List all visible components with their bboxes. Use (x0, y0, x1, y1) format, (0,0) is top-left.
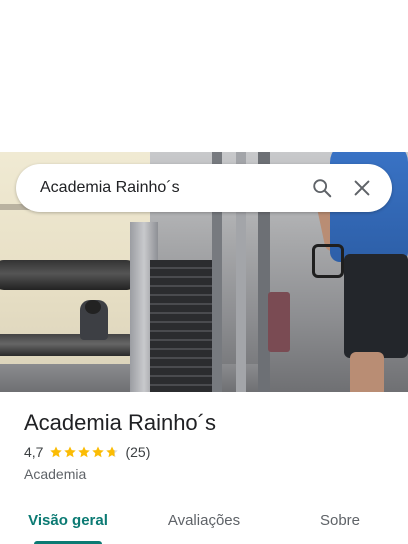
tab-about[interactable]: Sobre (272, 496, 408, 544)
photo-hose-lower (0, 334, 140, 356)
search-input[interactable]: Academia Rainho´s (40, 179, 302, 197)
photo-person-shorts (344, 254, 408, 358)
photo-hose (0, 260, 140, 290)
star-icon (92, 446, 105, 458)
star-half-icon (106, 446, 119, 458)
photo-pad (268, 292, 290, 352)
place-tabs: Visão geral Avaliações Sobre (0, 496, 408, 544)
tab-reviews[interactable]: Avaliações (136, 496, 272, 544)
search-icon[interactable] (302, 168, 342, 208)
review-count[interactable]: (25) (125, 444, 150, 460)
photo-mirror-head (85, 300, 101, 314)
photo-grip (312, 244, 344, 278)
rating-value: 4,7 (24, 444, 44, 460)
star-icon (78, 446, 91, 458)
tab-overview[interactable]: Visão geral (0, 496, 136, 544)
photo-weight-stack (150, 260, 212, 392)
search-bar[interactable]: Academia Rainho´s (16, 164, 392, 212)
star-icon (64, 446, 77, 458)
rating-stars (49, 445, 119, 459)
star-icon (50, 446, 63, 458)
place-category: Academia (24, 466, 87, 482)
close-icon[interactable] (342, 168, 382, 208)
blank-header-area (0, 0, 408, 152)
photo-person-leg (350, 352, 384, 392)
place-title: Academia Rainho´s (24, 410, 216, 435)
rating-row[interactable]: 4,7 (25) (24, 444, 150, 460)
place-info-panel: Academia Rainho´s 4,7 (25) Academia Visã… (0, 392, 408, 544)
